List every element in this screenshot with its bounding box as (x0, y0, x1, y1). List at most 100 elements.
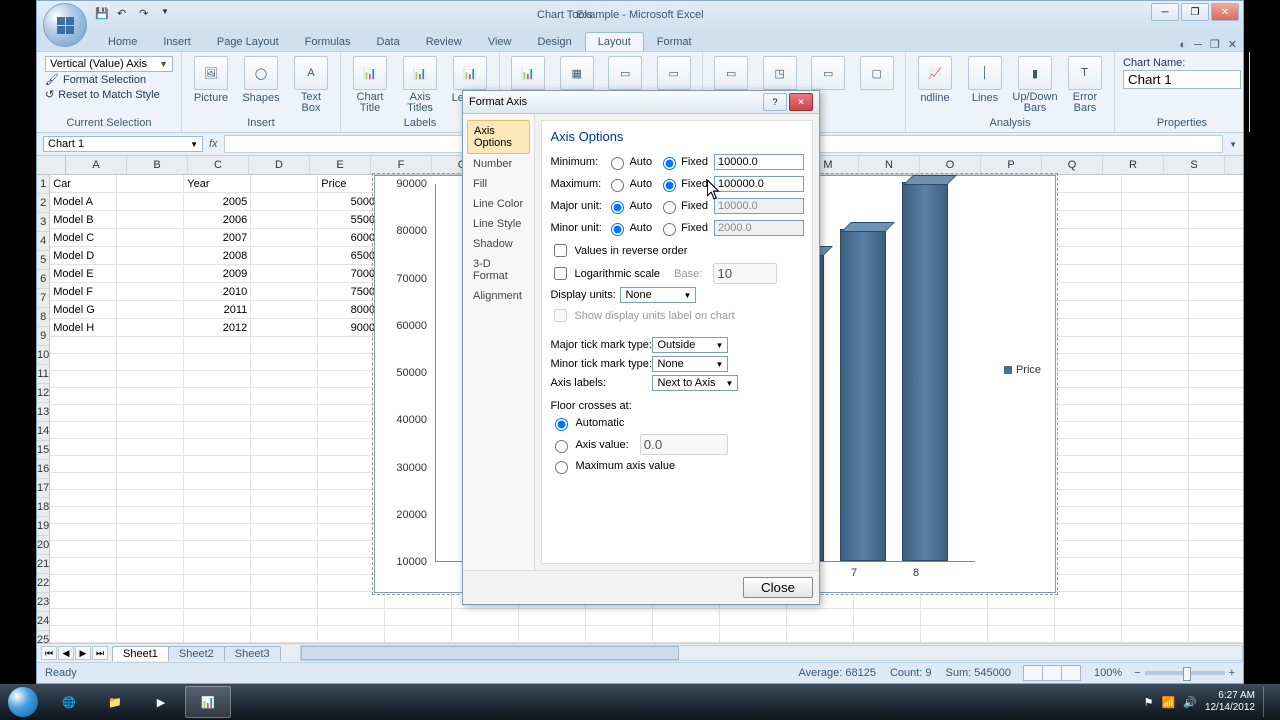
cell[interactable]: Model G (50, 301, 117, 319)
cell[interactable] (1189, 283, 1243, 301)
3d-view-button[interactable]: ▢ (857, 56, 898, 92)
row-header[interactable]: 21 (37, 555, 49, 574)
cell[interactable] (50, 490, 117, 507)
axes-button[interactable]: 📊 (508, 56, 549, 92)
cell[interactable] (1122, 193, 1189, 211)
cell[interactable] (1122, 354, 1189, 371)
dialog-close-footer-button[interactable]: Close (743, 577, 813, 598)
taskbar-clock[interactable]: 6:27 AM 12/14/2012 (1205, 690, 1255, 714)
cell[interactable]: 2009 (184, 265, 251, 283)
office-button[interactable] (43, 3, 87, 47)
cell[interactable]: Car (50, 175, 117, 193)
row-header[interactable]: 2 (37, 194, 49, 213)
cell[interactable] (1189, 507, 1243, 524)
cell[interactable] (854, 626, 921, 643)
cell[interactable]: 2011 (184, 301, 251, 319)
cell[interactable] (1122, 456, 1189, 473)
cell[interactable] (1055, 405, 1122, 422)
view-pagebreak-icon[interactable] (1061, 665, 1081, 681)
cell[interactable] (117, 575, 184, 592)
dialog-nav-alignment[interactable]: Alignment (467, 286, 530, 306)
cell[interactable] (1055, 211, 1122, 229)
cell[interactable] (117, 558, 184, 575)
cell[interactable] (184, 473, 251, 490)
row-header[interactable]: 24 (37, 612, 49, 631)
floor-maximum-radio[interactable]: Maximum axis value (550, 458, 804, 474)
cell[interactable] (117, 354, 184, 371)
shapes-button[interactable]: ◯Shapes (240, 56, 282, 104)
horizontal-scrollbar[interactable] (300, 645, 1243, 661)
axis-labels-select[interactable]: Next to Axis▼ (652, 375, 738, 391)
cell[interactable] (586, 626, 653, 643)
cell[interactable]: Model E (50, 265, 117, 283)
cell[interactable] (1189, 609, 1243, 626)
redo-icon[interactable]: ↷ (139, 7, 155, 23)
error-bars-button[interactable]: ᎢError Bars (1064, 56, 1106, 114)
col-header[interactable]: F (371, 156, 432, 174)
plot-area-button[interactable]: ▭ (605, 56, 646, 92)
cell[interactable] (50, 473, 117, 490)
floor-automatic-radio[interactable]: Automatic (550, 415, 804, 431)
cell[interactable] (1055, 439, 1122, 456)
cell[interactable] (1189, 422, 1243, 439)
chart-wall-button[interactable]: ▭ (654, 56, 695, 92)
sheet-nav-last-icon[interactable]: ⏭ (92, 646, 108, 660)
cell[interactable] (117, 229, 184, 247)
chart-name-input[interactable] (1123, 70, 1241, 89)
cell[interactable]: Model C (50, 229, 117, 247)
cell[interactable] (1189, 265, 1243, 283)
text-box-button[interactable]: AText Box (290, 56, 332, 114)
sheet-tab-sheet1[interactable]: Sheet1 (112, 646, 169, 661)
cell[interactable] (1122, 247, 1189, 265)
cell[interactable] (50, 626, 117, 643)
updown-bars-button[interactable]: ▮Up/Down Bars (1014, 56, 1056, 114)
cell[interactable] (1189, 439, 1243, 456)
tab-layout[interactable]: Layout (585, 32, 644, 51)
3d-rotation-button[interactable]: ◳ (760, 56, 801, 92)
cell[interactable] (318, 626, 385, 643)
cell[interactable] (184, 337, 251, 354)
minimum-value-input[interactable] (714, 154, 804, 170)
row-header[interactable]: 15 (37, 441, 49, 460)
taskbar-explorer-icon[interactable]: 📁 (93, 687, 137, 717)
chart-element-selector[interactable]: Vertical (Value) Axis▼ (45, 56, 173, 72)
row-header[interactable]: 11 (37, 365, 49, 384)
cell[interactable] (1189, 319, 1243, 337)
minor-auto-radio[interactable]: Auto (606, 220, 652, 236)
sheet-nav-next-icon[interactable]: ▶ (75, 646, 91, 660)
cell[interactable] (251, 301, 318, 319)
tab-format[interactable]: Format (644, 32, 705, 51)
major-tick-select[interactable]: Outside▼ (652, 337, 728, 353)
cell[interactable] (1122, 405, 1189, 422)
cell[interactable] (1055, 319, 1122, 337)
cell[interactable] (1122, 439, 1189, 456)
cell[interactable] (117, 193, 184, 211)
cell[interactable] (50, 558, 117, 575)
cell[interactable] (117, 211, 184, 229)
cell[interactable] (1055, 301, 1122, 319)
cell[interactable] (251, 456, 318, 473)
row-header[interactable]: 4 (37, 232, 49, 251)
dialog-help-button[interactable]: ? (763, 93, 787, 111)
cell[interactable] (787, 626, 854, 643)
cell[interactable] (1122, 175, 1189, 193)
cell[interactable] (988, 626, 1055, 643)
col-header[interactable]: B (127, 156, 188, 174)
cell[interactable] (50, 609, 117, 626)
cell[interactable] (117, 456, 184, 473)
dialog-nav-line-style[interactable]: Line Style (467, 214, 530, 234)
cell[interactable] (251, 490, 318, 507)
cell[interactable]: 2006 (184, 211, 251, 229)
row-header[interactable]: 17 (37, 479, 49, 498)
row-header[interactable]: 19 (37, 517, 49, 536)
cell[interactable] (1055, 283, 1122, 301)
cell[interactable] (117, 388, 184, 405)
minimum-auto-radio[interactable]: Auto (606, 154, 652, 170)
minor-fixed-radio[interactable]: Fixed (658, 220, 708, 236)
cell[interactable] (1122, 558, 1189, 575)
cell[interactable] (1189, 337, 1243, 354)
cell[interactable] (251, 371, 318, 388)
cell[interactable] (184, 609, 251, 626)
cell[interactable] (385, 609, 452, 626)
row-header[interactable]: 10 (37, 346, 49, 365)
